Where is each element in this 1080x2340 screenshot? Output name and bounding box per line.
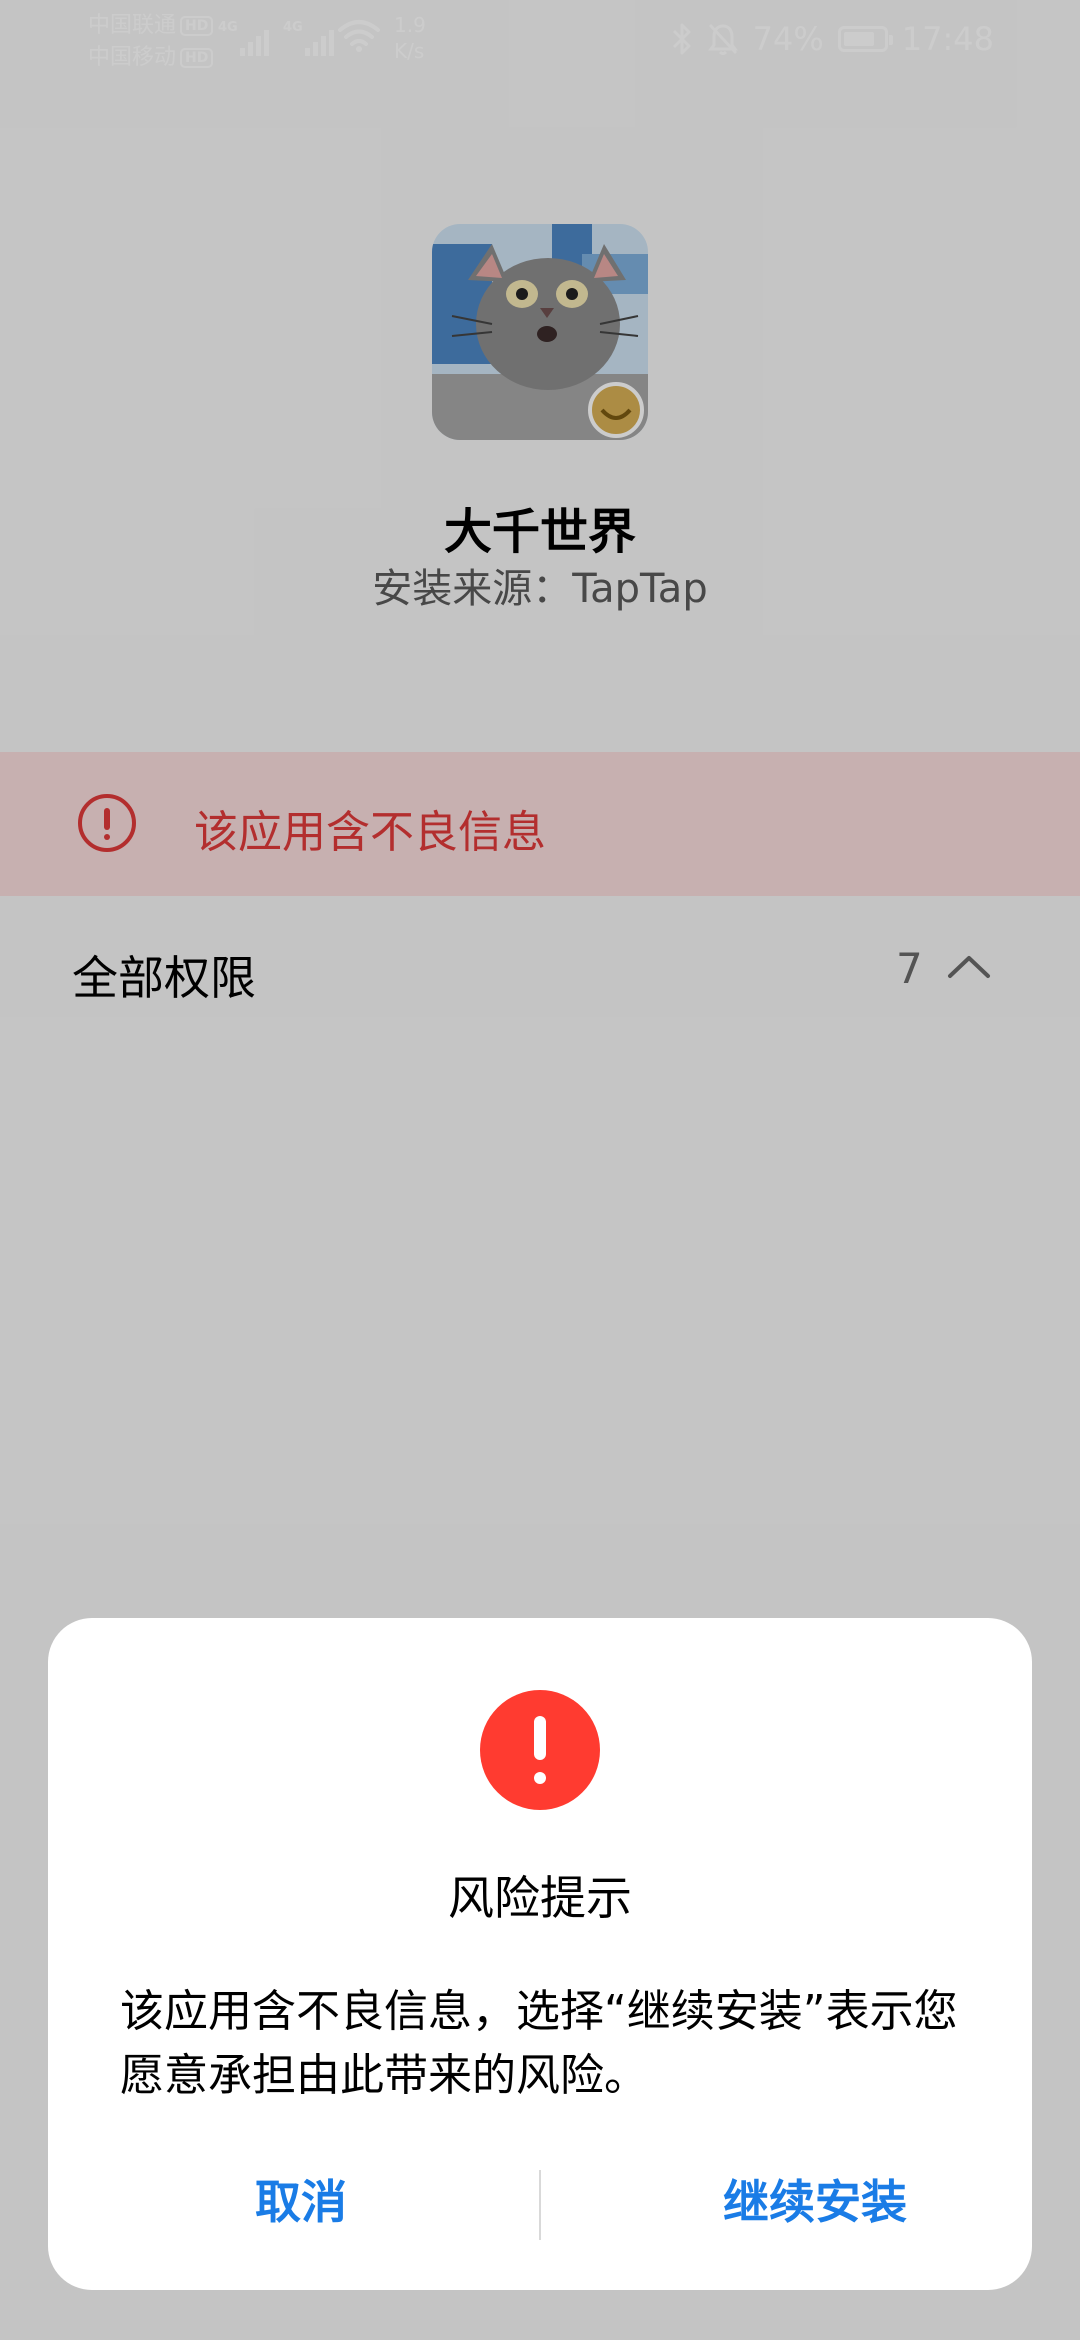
dialog-title: 风险提示 (448, 1871, 632, 1925)
dialog-message: 该应用含不良信息，选择“继续安装”表示您愿意承担由此带来的风险。 (120, 1986, 958, 2101)
risk-dialog: 风险提示 该应用含不良信息，选择“继续安装”表示您愿意承担由此带来的风险。 取消… (48, 1618, 1032, 2290)
cancel-button[interactable]: 取消 (72, 2162, 530, 2242)
dialog-actions: 取消 继续安装 (48, 2162, 1032, 2242)
alert-icon (480, 1690, 600, 1810)
button-divider (539, 2170, 541, 2240)
continue-install-button[interactable]: 继续安装 (586, 2162, 1044, 2242)
